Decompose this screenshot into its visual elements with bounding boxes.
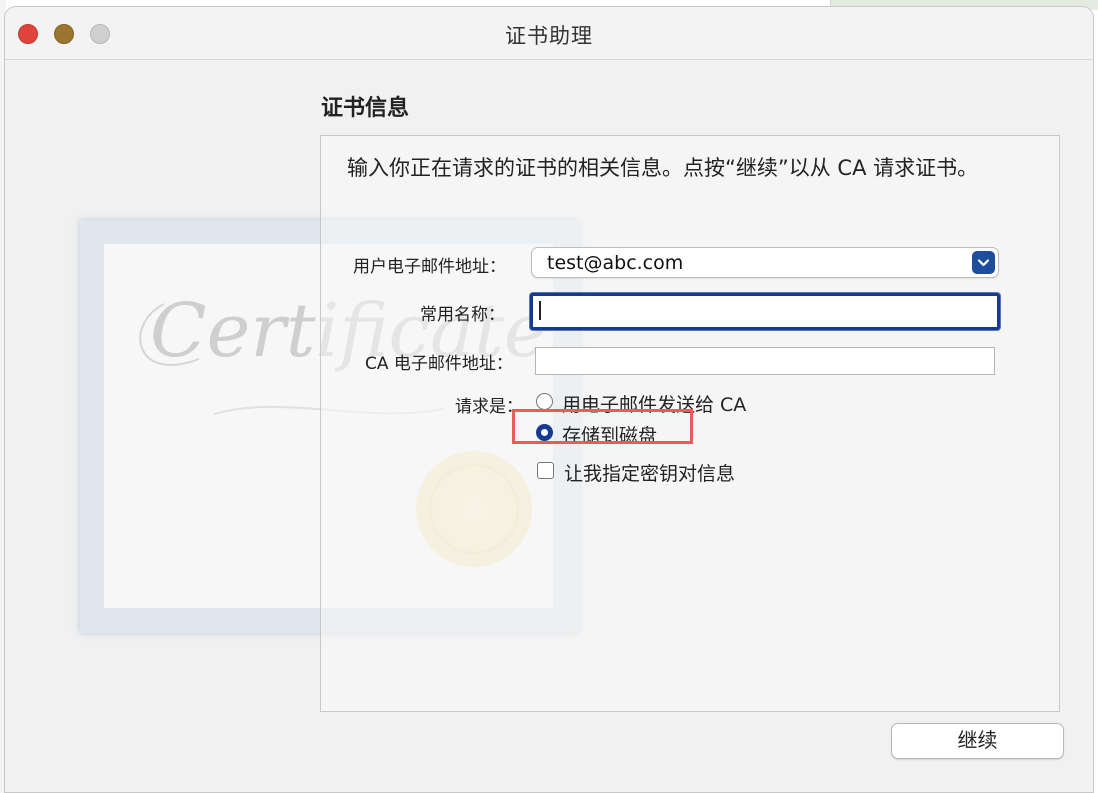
window-content: Certificate 证书信息 输入你正在请求的证书的相关信息。点按“继续”以… — [5, 60, 1093, 792]
chevron-down-icon[interactable] — [972, 251, 995, 274]
instructions-text: 输入你正在请求的证书的相关信息。点按“继续”以从 CA 请求证书。 — [347, 156, 979, 180]
specify-key-pair-label[interactable]: 让我指定密钥对信息 — [564, 459, 735, 486]
specify-key-pair-checkbox[interactable] — [537, 462, 554, 479]
common-name-label: 常用名称： — [420, 305, 505, 325]
text-caret — [539, 301, 541, 320]
user-email-combobox[interactable]: test@abc.com — [531, 247, 999, 278]
ca-email-label: CA 电子邮件地址： — [365, 354, 513, 374]
screen: 证书助理 Certificate — [0, 0, 1098, 793]
annotation-highlight-box — [512, 409, 693, 444]
user-email-label: 用户电子邮件地址： — [353, 257, 506, 277]
continue-button[interactable]: 继续 — [891, 723, 1064, 759]
certificate-assistant-window: 证书助理 Certificate — [4, 6, 1094, 793]
ca-email-field[interactable] — [535, 347, 995, 375]
section-title: 证书信息 — [321, 96, 410, 121]
email-to-ca-radio[interactable] — [536, 393, 553, 410]
title-bar: 证书助理 — [5, 7, 1093, 60]
common-name-field[interactable] — [530, 293, 1000, 330]
user-email-value: test@abc.com — [547, 252, 684, 274]
window-title: 证书助理 — [505, 24, 593, 48]
